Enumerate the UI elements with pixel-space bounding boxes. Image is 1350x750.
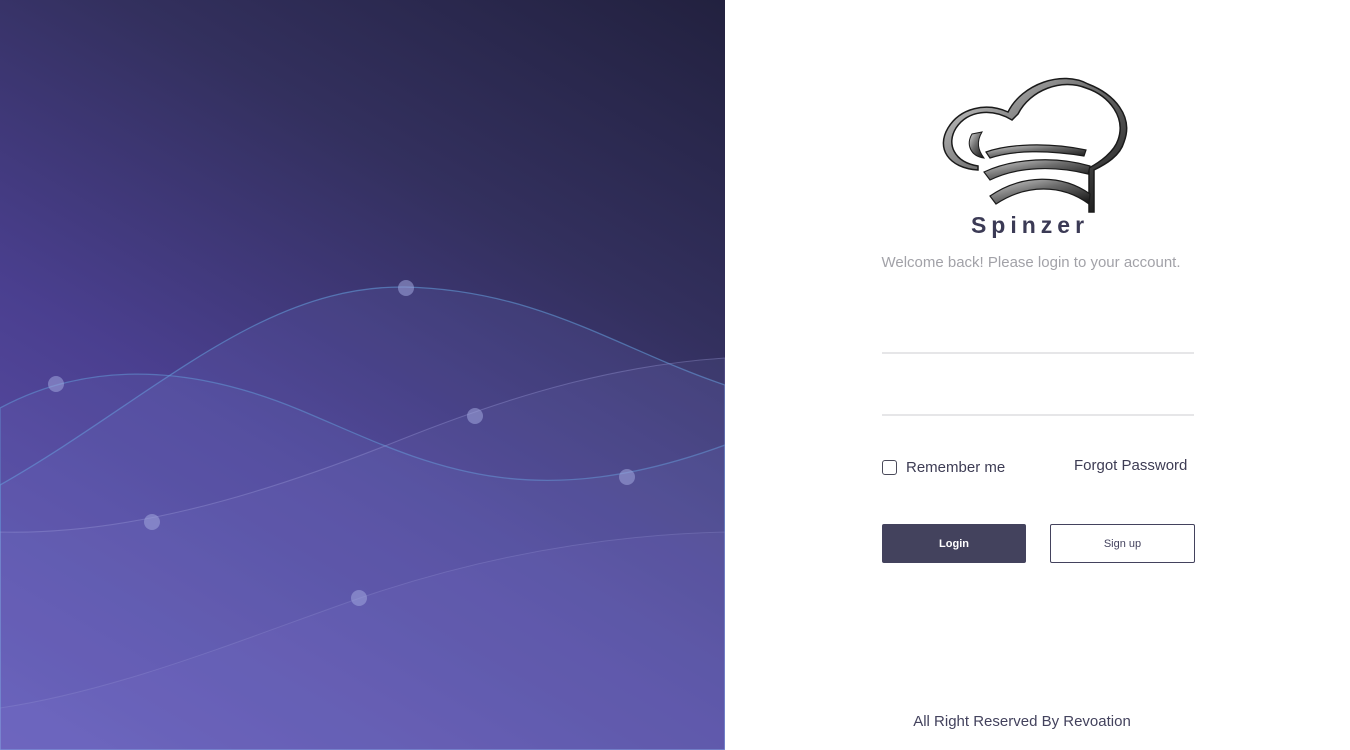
- wave-dot: [48, 376, 64, 392]
- welcome-text: Welcome back! Please login to your accou…: [881, 254, 1181, 271]
- chef-hat-icon: [938, 70, 1130, 218]
- remember-me-toggle[interactable]: Remember me: [882, 457, 1005, 477]
- wave-illustration: [0, 280, 725, 750]
- login-page: Spinzer Welcome back! Please login to yo…: [0, 0, 1350, 750]
- login-panel: Spinzer Welcome back! Please login to yo…: [725, 0, 1350, 750]
- hero-background: [0, 0, 725, 750]
- wave-dot: [144, 514, 160, 530]
- wave-dot: [398, 280, 414, 296]
- signup-button[interactable]: Sign up: [1050, 524, 1195, 563]
- wave-dot: [351, 590, 367, 606]
- remember-me-checkbox[interactable]: [882, 459, 897, 475]
- footer-copyright: All Right Reserved By Revoation: [913, 713, 1131, 730]
- forgot-password-link[interactable]: Forgot Password: [1074, 457, 1187, 474]
- remember-me-label: Remember me: [906, 458, 1006, 476]
- login-button[interactable]: Login: [882, 524, 1026, 563]
- username-input[interactable]: [882, 312, 1194, 354]
- wave-dot: [619, 469, 635, 485]
- wave-dot: [467, 408, 483, 424]
- brand-name: Spinzer: [970, 212, 1090, 238]
- password-input[interactable]: [882, 374, 1194, 416]
